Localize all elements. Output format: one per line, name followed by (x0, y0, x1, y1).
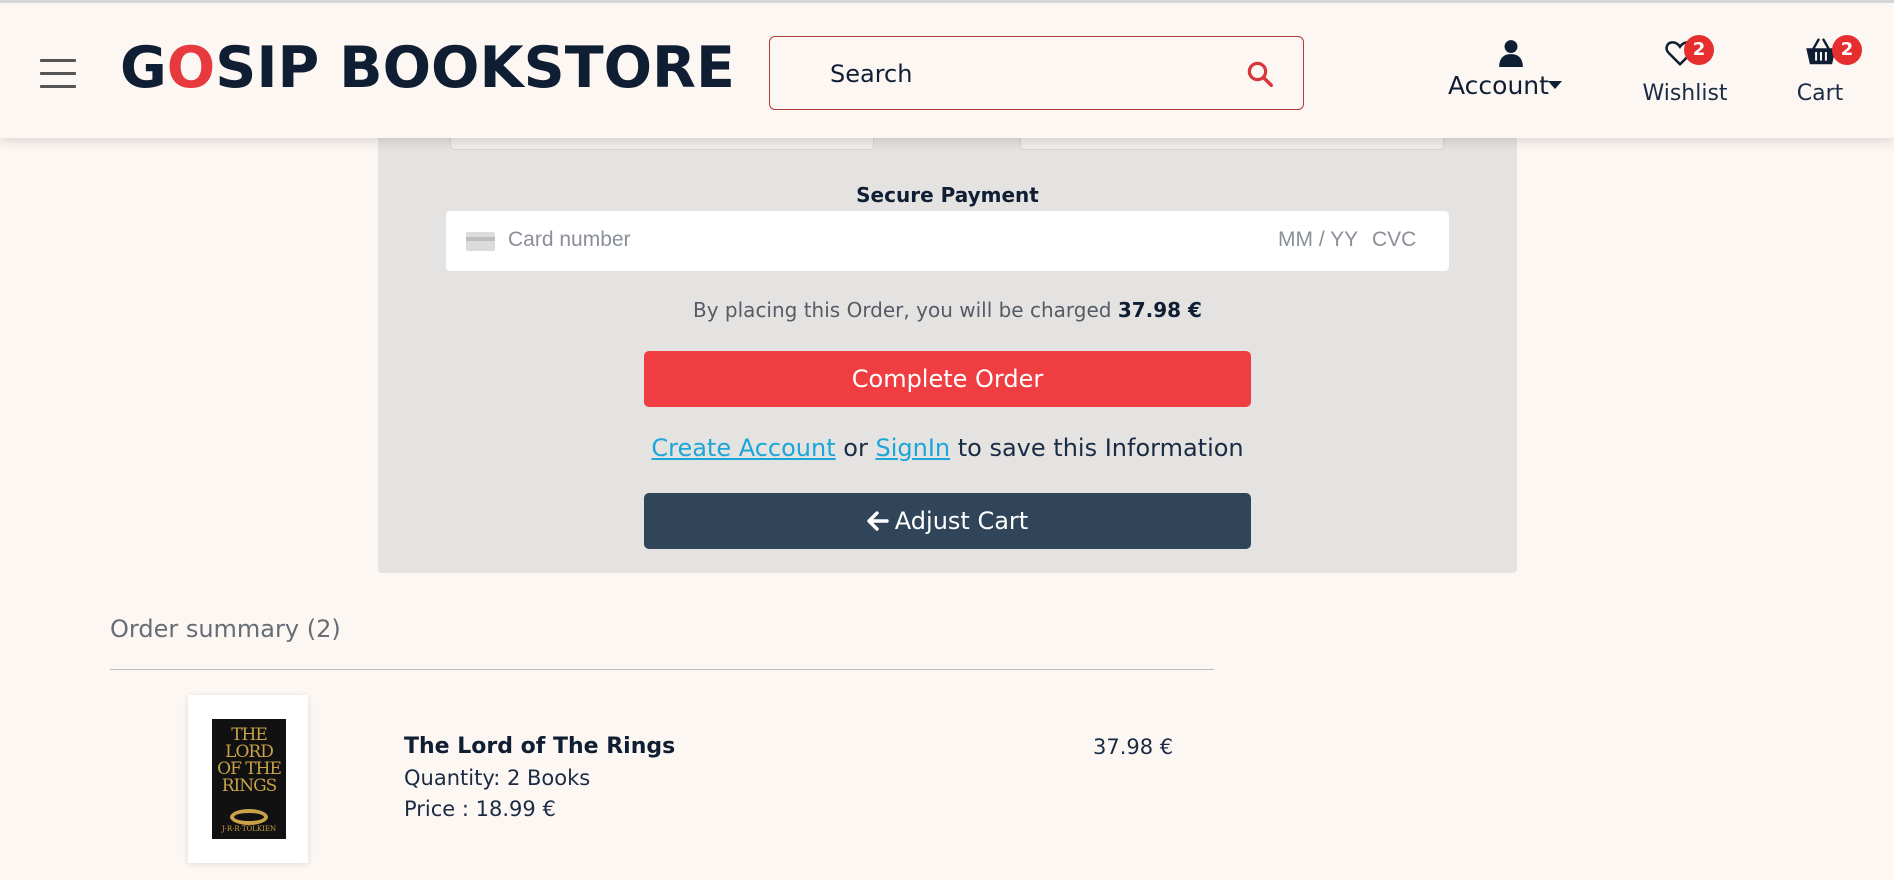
book-cover-image: THE LORD OF THE RINGS J·R·R·TOLKIEN (212, 719, 286, 839)
site-header: GOSIP BOOKSTORE Account 2 Wishlist (0, 0, 1894, 138)
adjust-cart-button[interactable]: Adjust Cart (644, 493, 1251, 549)
search-icon[interactable] (1245, 59, 1275, 89)
hamburger-menu-icon[interactable] (40, 59, 76, 89)
card-number-placeholder[interactable]: Card number (508, 228, 631, 252)
cart-count-badge: 2 (1832, 35, 1862, 65)
charge-notice: By placing this Order, you will be charg… (378, 298, 1517, 322)
card-input[interactable]: Card number MM / YY CVC (446, 211, 1449, 271)
card-cvc-placeholder[interactable]: CVC (1372, 228, 1416, 252)
credit-card-icon (466, 232, 495, 251)
cart-link[interactable]: 2 Cart (1790, 35, 1862, 110)
wishlist-count-badge: 2 (1684, 35, 1714, 65)
cover-author: J·R·R·TOLKIEN (221, 825, 277, 833)
adjust-cart-label: Adjust Cart (894, 507, 1029, 535)
or-text: or (843, 434, 868, 462)
complete-order-button[interactable]: Complete Order (644, 351, 1251, 407)
card-expiry-placeholder[interactable]: MM / YY (1278, 228, 1358, 252)
charge-text: By placing this Order, you will be charg… (693, 298, 1112, 322)
item-title: The Lord of The Rings (404, 734, 676, 759)
cart-label: Cart (1796, 81, 1844, 106)
logo-letter-o: O (166, 35, 216, 101)
account-menu[interactable]: Account (1448, 39, 1568, 109)
cover-title: THE LORD OF THE RINGS (217, 725, 282, 796)
logo-letter-g: G (120, 35, 167, 101)
account-label: Account (1448, 71, 1549, 100)
item-unit-price: Price : 18.99 € (404, 797, 556, 821)
wishlist-link[interactable]: 2 Wishlist (1640, 35, 1730, 110)
item-quantity: Quantity: 2 Books (404, 766, 591, 790)
logo-text: SIP BOOKSTORE (215, 35, 735, 101)
ring-icon (230, 809, 268, 825)
charge-amount: 37.98 € (1117, 298, 1202, 322)
chevron-down-icon (1548, 81, 1562, 89)
site-logo[interactable]: GOSIP BOOKSTORE (120, 35, 735, 101)
search-input[interactable] (830, 57, 1230, 91)
item-total-price: 37.98 € (1093, 735, 1174, 759)
save-text: to save this Information (957, 434, 1244, 462)
save-info-prompt: Create Account or SignIn to save this In… (378, 434, 1517, 462)
wishlist-label: Wishlist (1642, 81, 1728, 106)
arrow-left-icon (867, 511, 889, 531)
signin-link[interactable]: SignIn (875, 434, 950, 462)
order-summary-title: Order summary (2) (110, 615, 341, 643)
create-account-link[interactable]: Create Account (651, 434, 835, 462)
user-icon (1499, 40, 1523, 67)
divider (110, 669, 1214, 670)
search-box (769, 36, 1304, 110)
secure-payment-title: Secure Payment (856, 183, 1039, 207)
book-thumbnail[interactable]: THE LORD OF THE RINGS J·R·R·TOLKIEN (188, 695, 308, 863)
